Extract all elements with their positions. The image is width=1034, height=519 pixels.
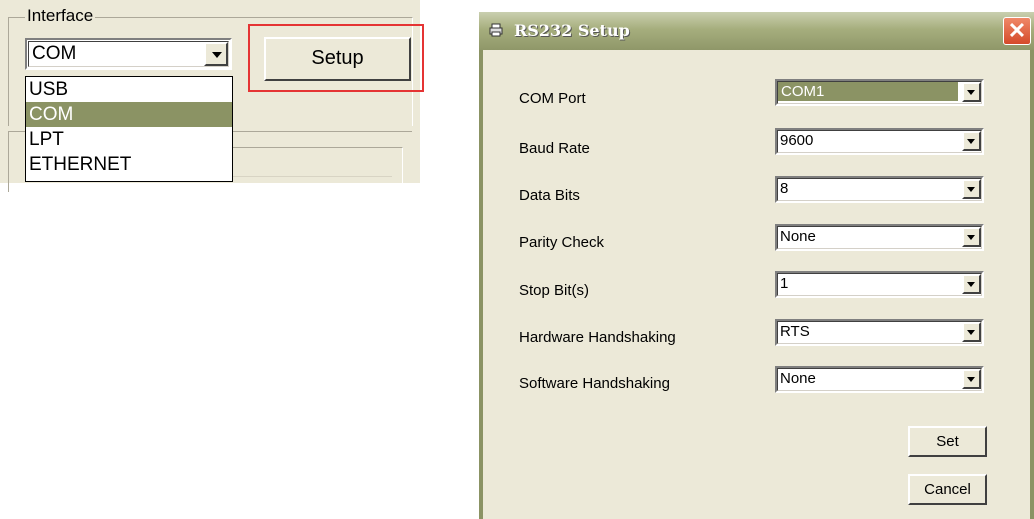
chevron-down-icon — [967, 330, 975, 335]
data-bits-value: 8 — [780, 180, 789, 197]
setup-button-highlight — [248, 24, 424, 92]
dropdown-item-lpt[interactable]: LPT — [26, 127, 232, 152]
dropdown-item-ethernet[interactable]: ETHERNET — [26, 152, 232, 177]
baud-rate-dropdown-button[interactable] — [962, 131, 981, 151]
chevron-down-icon — [967, 377, 975, 382]
chevron-down-icon — [967, 235, 975, 240]
software-handshaking-label: Software Handshaking — [519, 375, 670, 392]
stop-bits-select[interactable]: 1 — [775, 271, 984, 298]
hardware-handshaking-select[interactable]: RTS — [775, 319, 984, 346]
chevron-down-icon — [967, 282, 975, 287]
hardware-handshaking-dropdown-button[interactable] — [962, 322, 981, 342]
interface-dropdown-list: USB COM LPT ETHERNET — [25, 76, 233, 182]
software-handshaking-select[interactable]: None — [775, 366, 984, 393]
set-button[interactable]: Set — [908, 426, 987, 457]
chevron-down-icon — [967, 90, 975, 95]
data-bits-label: Data Bits — [519, 187, 580, 204]
baud-rate-value: 9600 — [780, 132, 814, 149]
dropdown-item-usb[interactable]: USB — [26, 77, 232, 102]
dialog-title: RS232 Setup — [514, 21, 630, 40]
stop-bits-dropdown-button[interactable] — [962, 274, 981, 294]
hardware-handshaking-value: RTS — [780, 323, 810, 340]
software-handshaking-dropdown-button[interactable] — [962, 369, 981, 389]
parity-check-dropdown-button[interactable] — [962, 227, 981, 247]
data-bits-dropdown-button[interactable] — [962, 179, 981, 199]
com-port-value: COM1 — [778, 82, 958, 101]
com-port-label: COM Port — [519, 90, 586, 107]
software-handshaking-value: None — [780, 370, 816, 387]
baud-rate-select[interactable]: 9600 — [775, 128, 984, 155]
stop-bits-label: Stop Bit(s) — [519, 282, 590, 299]
stop-bits-value: 1 — [780, 275, 789, 292]
chevron-down-icon — [967, 187, 975, 192]
parity-check-value: None — [780, 228, 816, 245]
cancel-button[interactable]: Cancel — [908, 474, 987, 505]
interface-panel: Interface COM USB COM LPT ETHERNET Setup — [0, 0, 424, 192]
com-port-dropdown-button[interactable] — [962, 82, 981, 102]
dropdown-item-com[interactable]: COM — [26, 102, 232, 127]
parity-check-label: Parity Check — [519, 234, 605, 251]
chevron-down-icon — [967, 139, 975, 144]
interface-dropdown-button[interactable] — [204, 42, 228, 66]
close-icon: ✕ — [1007, 18, 1027, 43]
baud-rate-label: Baud Rate — [519, 140, 590, 157]
interface-group-title: Interface — [25, 6, 96, 26]
rs232-setup-dialog: RS232 Setup ✕ COM Port COM1 Baud Rate 96… — [479, 12, 1034, 519]
chevron-down-icon — [212, 52, 222, 58]
dialog-titlebar[interactable]: RS232 Setup ✕ — [479, 12, 1034, 50]
printer-icon — [489, 23, 503, 37]
close-button[interactable]: ✕ — [1003, 17, 1031, 45]
parity-check-select[interactable]: None — [775, 224, 984, 251]
hardware-handshaking-label: Hardware Handshaking — [519, 329, 676, 346]
data-bits-select[interactable]: 8 — [775, 176, 984, 203]
com-port-select[interactable]: COM1 — [775, 79, 984, 106]
interface-combobox-value: COM — [32, 43, 77, 64]
interface-combobox[interactable]: COM — [25, 38, 232, 70]
